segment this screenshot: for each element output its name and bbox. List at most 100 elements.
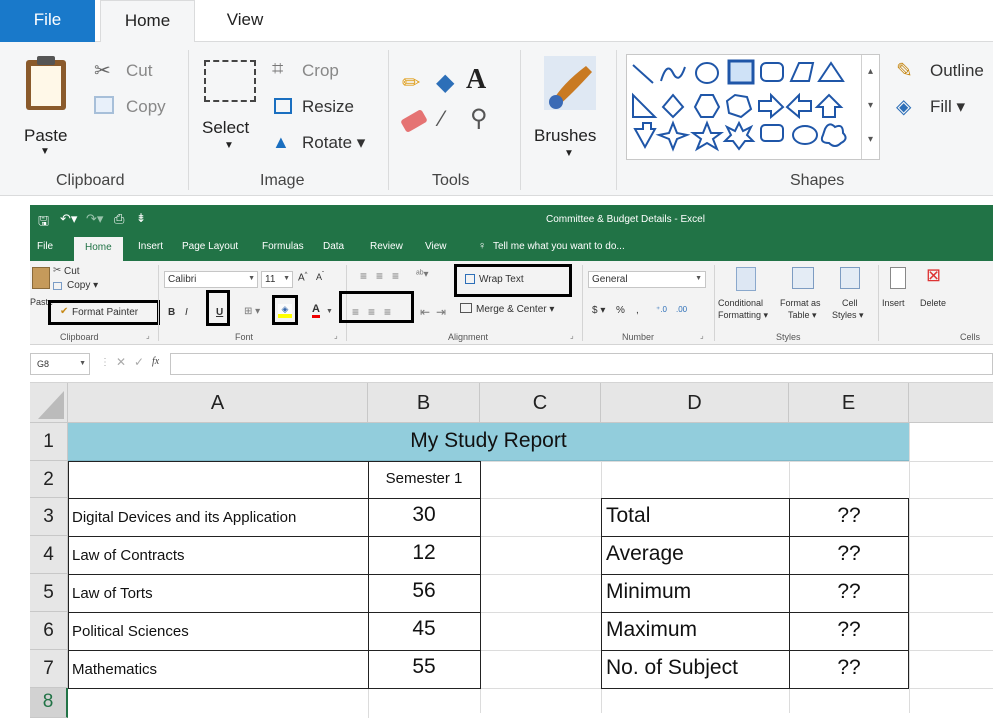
cut-button[interactable]: ✂ Cut (94, 60, 174, 84)
copy-button[interactable]: Copy (94, 96, 174, 120)
rotate-button[interactable]: ▲ Rotate ▾ (272, 132, 382, 156)
summary-label-cell[interactable]: Maximum (606, 618, 697, 642)
align-middle-icon[interactable]: ≡ (376, 269, 383, 283)
column-header-e[interactable]: E (789, 383, 909, 423)
xl-copy-label[interactable]: Copy ▾ (67, 280, 98, 291)
column-header-d[interactable]: D (601, 383, 789, 423)
enter-icon[interactable]: ✓ (134, 355, 144, 369)
subject-cell[interactable]: Law of Contracts (72, 547, 185, 564)
shrink-font-icon[interactable]: Aˇ (316, 272, 324, 282)
row-header-1[interactable]: 1 (30, 423, 68, 461)
brushes-button[interactable]: Brushes ▼ (532, 50, 608, 162)
summary-label-cell[interactable]: No. of Subject (606, 656, 738, 680)
summary-label-cell[interactable]: Minimum (606, 580, 691, 604)
select-all-corner[interactable] (30, 383, 68, 423)
column-header-c[interactable]: C (480, 383, 601, 423)
orientation-icon[interactable]: ᵃᵇ▾ (416, 269, 429, 280)
summary-value-cell[interactable]: ?? (789, 618, 909, 642)
summary-value-cell[interactable]: ?? (789, 542, 909, 566)
paint-tab-file[interactable]: File (0, 0, 95, 42)
eraser-icon[interactable] (400, 108, 428, 134)
redo-icon[interactable]: ↷▾ (86, 211, 103, 227)
xl-tab-insert[interactable]: Insert (138, 241, 163, 252)
score-cell[interactable]: 30 (368, 503, 480, 527)
align-top-icon[interactable]: ≡ (360, 269, 367, 283)
summary-label-cell[interactable]: Total (606, 504, 650, 528)
semester-header[interactable]: Semester 1 (368, 470, 480, 487)
score-cell[interactable]: 45 (368, 617, 480, 641)
xl-tab-data[interactable]: Data (323, 241, 344, 252)
font-size-box[interactable]: 11 ▼ (261, 271, 293, 288)
font-name-box[interactable]: Calibri ▼ (164, 271, 258, 288)
dialog-launcher-icon[interactable]: ⌟ (700, 331, 704, 340)
magnifier-icon[interactable]: ⚲ (470, 104, 488, 133)
column-header-b[interactable]: B (368, 383, 480, 423)
crop-button[interactable]: ⌗ Crop (272, 58, 372, 84)
summary-value-cell[interactable]: ?? (789, 504, 909, 528)
summary-label-cell[interactable]: Average (606, 542, 684, 566)
name-box[interactable]: G8 ▼ (30, 353, 90, 375)
paste-button[interactable]: Paste ▼ (22, 50, 70, 160)
paint-tab-view[interactable]: View (200, 0, 290, 42)
fill-button[interactable]: ◈ Fill ▾ (896, 96, 993, 120)
score-cell[interactable]: 12 (368, 541, 480, 565)
xl-tab-review[interactable]: Review (370, 241, 403, 252)
xl-tab-file[interactable]: File (37, 241, 53, 252)
score-cell[interactable]: 56 (368, 579, 480, 603)
subject-cell[interactable]: Law of Torts (72, 585, 153, 602)
font-color-icon[interactable]: A (312, 304, 320, 318)
xl-cut-label[interactable]: Cut (64, 266, 80, 277)
number-format-box[interactable]: General ▼ (588, 271, 706, 288)
format-as-table-button[interactable]: Format as Table ▾ (780, 265, 828, 327)
row-header-4[interactable]: 4 (30, 536, 68, 574)
column-header-a[interactable]: A (68, 383, 368, 423)
score-cell[interactable]: 55 (368, 655, 480, 679)
fill-bucket-icon[interactable]: ◆ (436, 68, 454, 97)
subject-cell[interactable]: Mathematics (72, 661, 157, 678)
subject-cell[interactable]: Digital Devices and its Application (72, 509, 296, 526)
pencil-icon[interactable]: ✏ (402, 70, 420, 96)
comma-icon[interactable]: , (636, 305, 639, 316)
row-header-7[interactable]: 7 (30, 650, 68, 688)
summary-value-cell[interactable]: ?? (789, 580, 909, 604)
cancel-icon[interactable]: ✕ (116, 355, 126, 369)
row-header-3[interactable]: 3 (30, 498, 68, 536)
increase-decimal-icon[interactable]: ⁺.0 (656, 305, 667, 314)
select-button[interactable]: Select ▼ (198, 52, 262, 162)
customize-qat-icon[interactable]: ⇟ (136, 211, 146, 225)
percent-icon[interactable]: % (616, 305, 625, 316)
tell-me-box[interactable]: Tell me what you want to do... (493, 241, 625, 252)
color-picker-icon[interactable]: ⁄ (440, 106, 444, 132)
shapes-gallery[interactable]: ▴ ▾ ▾ (626, 54, 880, 160)
insert-cells-button[interactable]: Insert (882, 265, 916, 327)
paint-tab-home[interactable]: Home (100, 0, 195, 43)
summary-value-cell[interactable]: ?? (789, 656, 909, 680)
delete-cells-button[interactable]: ⊠ Delete (918, 265, 958, 327)
dialog-launcher-icon[interactable]: ⌟ (146, 331, 150, 340)
subject-cell[interactable]: Political Sciences (72, 623, 189, 640)
xl-tab-home[interactable]: Home (74, 237, 123, 261)
gallery-scroll[interactable]: ▴ ▾ ▾ (861, 55, 879, 159)
bold-icon[interactable]: B (168, 307, 175, 318)
insert-function-icon[interactable]: fx (152, 356, 159, 367)
report-title-cell[interactable]: My Study Report (68, 423, 909, 461)
merge-center-button[interactable]: Merge & Center ▾ (476, 304, 554, 315)
increase-indent-icon[interactable]: ⇥ (436, 305, 446, 319)
currency-icon[interactable]: $ ▾ (592, 305, 605, 316)
decrease-decimal-icon[interactable]: .00 (676, 305, 687, 314)
chevron-down-icon[interactable]: ▼ (326, 308, 333, 315)
dialog-launcher-icon[interactable]: ⌟ (570, 331, 574, 340)
conditional-formatting-button[interactable]: Conditional Formatting ▾ (718, 265, 778, 327)
row-header-2[interactable]: 2 (30, 461, 68, 498)
outline-button[interactable]: ✎ Outline (896, 60, 993, 84)
print-preview-icon[interactable]: ⎙ (114, 211, 124, 227)
row-header-8[interactable]: 8 (30, 688, 68, 718)
grow-font-icon[interactable]: A^ (298, 272, 308, 283)
dialog-launcher-icon[interactable]: ⌟ (334, 331, 338, 340)
xl-tab-formulas[interactable]: Formulas (262, 241, 304, 252)
row-header-5[interactable]: 5 (30, 574, 68, 612)
row-header-6[interactable]: 6 (30, 612, 68, 650)
xl-paste-icon[interactable] (32, 267, 50, 289)
save-icon[interactable]: 🖫 (38, 212, 49, 234)
formula-input[interactable] (170, 353, 993, 375)
